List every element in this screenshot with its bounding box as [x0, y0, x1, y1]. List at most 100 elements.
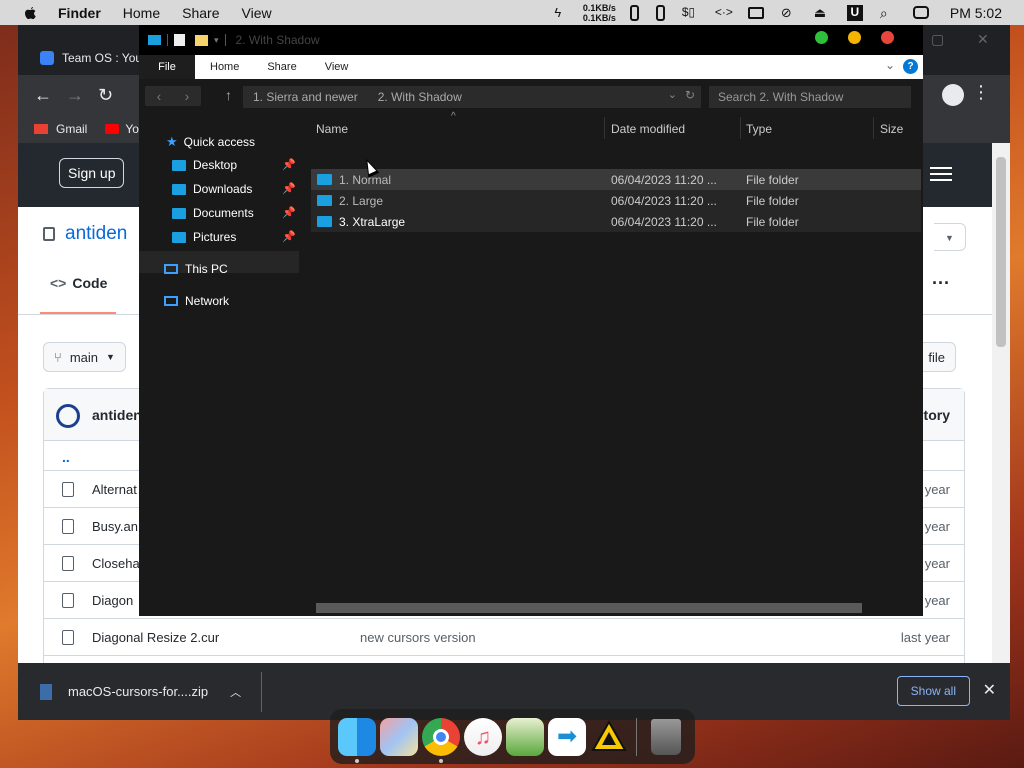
- history-link[interactable]: tory: [924, 407, 950, 423]
- code-arrows-icon[interactable]: <·>: [715, 5, 733, 21]
- commit-message[interactable]: new cursors version: [360, 630, 476, 645]
- cursor-app-icon[interactable]: [590, 718, 628, 756]
- file-name[interactable]: Closeha: [92, 556, 140, 571]
- help-icon[interactable]: ?: [903, 59, 918, 74]
- maximize-icon[interactable]: ▢: [931, 31, 944, 48]
- ribbon-file-tab[interactable]: File: [139, 55, 195, 79]
- eject-icon[interactable]: ⏏: [814, 5, 830, 21]
- page-scrollbar[interactable]: [992, 143, 1010, 663]
- chrome-menu-icon[interactable]: ⋮: [972, 82, 990, 103]
- folder-row[interactable]: 1. Normal 06/04/2023 11:20 ... File fold…: [311, 169, 921, 190]
- bolt-icon[interactable]: ϟ: [550, 5, 566, 21]
- column-divider[interactable]: [873, 117, 874, 139]
- phone-icon[interactable]: [629, 4, 639, 21]
- download-filename[interactable]: macOS-cursors-for....zip: [68, 684, 208, 699]
- file-name[interactable]: Alternat: [92, 482, 137, 497]
- scrollbar-thumb[interactable]: [996, 157, 1006, 347]
- menu-home[interactable]: Home: [123, 5, 160, 21]
- clock[interactable]: PM 5:02: [950, 5, 1002, 21]
- more-options-icon[interactable]: ···: [932, 273, 950, 294]
- tab-code[interactable]: <> Code: [50, 275, 107, 291]
- pin-icon[interactable]: 📌: [282, 230, 296, 243]
- folder-name[interactable]: 3. XtraLarge: [339, 215, 619, 229]
- file-name[interactable]: Diagonal Resize 2.cur: [92, 630, 219, 645]
- refresh-icon[interactable]: ↻: [685, 88, 695, 102]
- chevron-up-icon[interactable]: ︿: [230, 684, 241, 700]
- path-dropdown-icon[interactable]: ⌄: [668, 88, 677, 101]
- nav-this-pc[interactable]: This PC: [164, 262, 228, 276]
- new-folder-icon[interactable]: [195, 34, 208, 46]
- sign-up-button[interactable]: Sign up: [59, 158, 125, 188]
- pin-icon[interactable]: 📌: [282, 206, 296, 219]
- forward-icon[interactable]: ›: [185, 88, 190, 104]
- expand-ribbon-icon[interactable]: ⌄: [885, 58, 895, 72]
- minimize-light[interactable]: [848, 31, 861, 44]
- menu-share[interactable]: Share: [182, 5, 219, 21]
- preview-icon[interactable]: [506, 717, 544, 756]
- phone-icon[interactable]: [655, 4, 665, 21]
- repo-dropdown-button[interactable]: ▼: [934, 223, 966, 251]
- explorer-titlebar[interactable]: ▾ 2. With Shadow ▢ ✕: [139, 25, 989, 55]
- ribbon-view-tab[interactable]: View: [325, 55, 349, 79]
- close-light[interactable]: [881, 31, 894, 44]
- chrome-icon[interactable]: [422, 717, 460, 763]
- column-divider[interactable]: [604, 117, 605, 139]
- profile-avatar-icon[interactable]: [942, 84, 964, 106]
- control-center-icon[interactable]: [912, 6, 929, 19]
- column-divider[interactable]: [740, 117, 741, 139]
- back-arrow-icon[interactable]: ←: [34, 85, 52, 106]
- network-speed[interactable]: 0.1KB/s 0.1KB/s: [583, 3, 616, 23]
- ribbon-share-tab[interactable]: Share: [267, 55, 296, 79]
- nav-pictures[interactable]: Pictures: [172, 230, 236, 244]
- reload-icon[interactable]: ↻: [98, 85, 116, 106]
- nav-quick-access[interactable]: ★ Quick access: [166, 134, 255, 150]
- qa-dropdown-icon[interactable]: ▾: [214, 35, 219, 46]
- bookmark-youtube[interactable]: Yo: [125, 122, 139, 136]
- column-date-modified[interactable]: Date modified: [611, 118, 685, 140]
- folder-row[interactable]: 3. XtraLarge 06/04/2023 11:20 ... File f…: [311, 211, 921, 232]
- trash-icon[interactable]: [651, 718, 681, 755]
- mute-icon[interactable]: ⊘: [781, 5, 797, 21]
- add-file-button[interactable]: file: [918, 342, 956, 372]
- ribbon-home-tab[interactable]: Home: [210, 55, 239, 79]
- search-input[interactable]: Search 2. With Shadow: [709, 86, 911, 108]
- column-type[interactable]: Type: [746, 118, 772, 140]
- horizontal-scrollbar[interactable]: [316, 603, 862, 613]
- show-all-button[interactable]: Show all: [896, 676, 970, 706]
- menu-finder[interactable]: Finder: [58, 5, 101, 21]
- repo-title[interactable]: antiden: [43, 223, 127, 245]
- maximize-light[interactable]: [815, 31, 828, 44]
- nav-desktop[interactable]: Desktop: [172, 158, 237, 172]
- nav-network[interactable]: Network: [164, 294, 229, 308]
- nav-documents[interactable]: Documents: [172, 206, 254, 220]
- owner-name[interactable]: antiden: [92, 407, 142, 423]
- repo-name[interactable]: antiden: [65, 223, 127, 245]
- breadcrumb-segment[interactable]: 1. Sierra and newer: [253, 90, 358, 104]
- column-name[interactable]: Name: [316, 118, 348, 140]
- file-row[interactable]: Diagonal Resize 2.cur new cursors versio…: [44, 619, 964, 656]
- folder-row[interactable]: 2. Large 06/04/2023 11:20 ... File folde…: [311, 190, 921, 211]
- folder-name[interactable]: 1. Normal: [339, 173, 619, 187]
- forward-arrow-icon[interactable]: →: [66, 85, 84, 106]
- hamburger-menu-icon[interactable]: [930, 167, 952, 181]
- breadcrumb-segment[interactable]: 2. With Shadow: [378, 90, 462, 104]
- file-name[interactable]: Diagon: [92, 593, 133, 608]
- branch-selector[interactable]: ⑂ main ▼: [43, 342, 126, 372]
- column-size[interactable]: Size: [880, 118, 903, 140]
- migration-icon[interactable]: ➡: [548, 717, 586, 756]
- display-icon[interactable]: [747, 6, 764, 19]
- u-app-icon[interactable]: U: [846, 4, 863, 21]
- close-icon[interactable]: ✕: [983, 680, 996, 700]
- launchpad-icon[interactable]: [380, 717, 418, 756]
- up-arrow-icon[interactable]: ↑: [225, 87, 232, 103]
- nav-downloads[interactable]: Downloads: [172, 182, 252, 196]
- music-icon[interactable]: ♫: [464, 717, 502, 756]
- menu-view[interactable]: View: [242, 5, 272, 21]
- folder-name[interactable]: 2. Large: [339, 194, 619, 208]
- back-icon[interactable]: ‹: [157, 88, 162, 104]
- close-icon[interactable]: ✕: [977, 31, 989, 48]
- pin-icon[interactable]: 📌: [282, 158, 296, 171]
- finder-icon[interactable]: [338, 717, 376, 763]
- pin-icon[interactable]: 📌: [282, 182, 296, 195]
- bookmark-gmail[interactable]: Gmail: [56, 122, 87, 136]
